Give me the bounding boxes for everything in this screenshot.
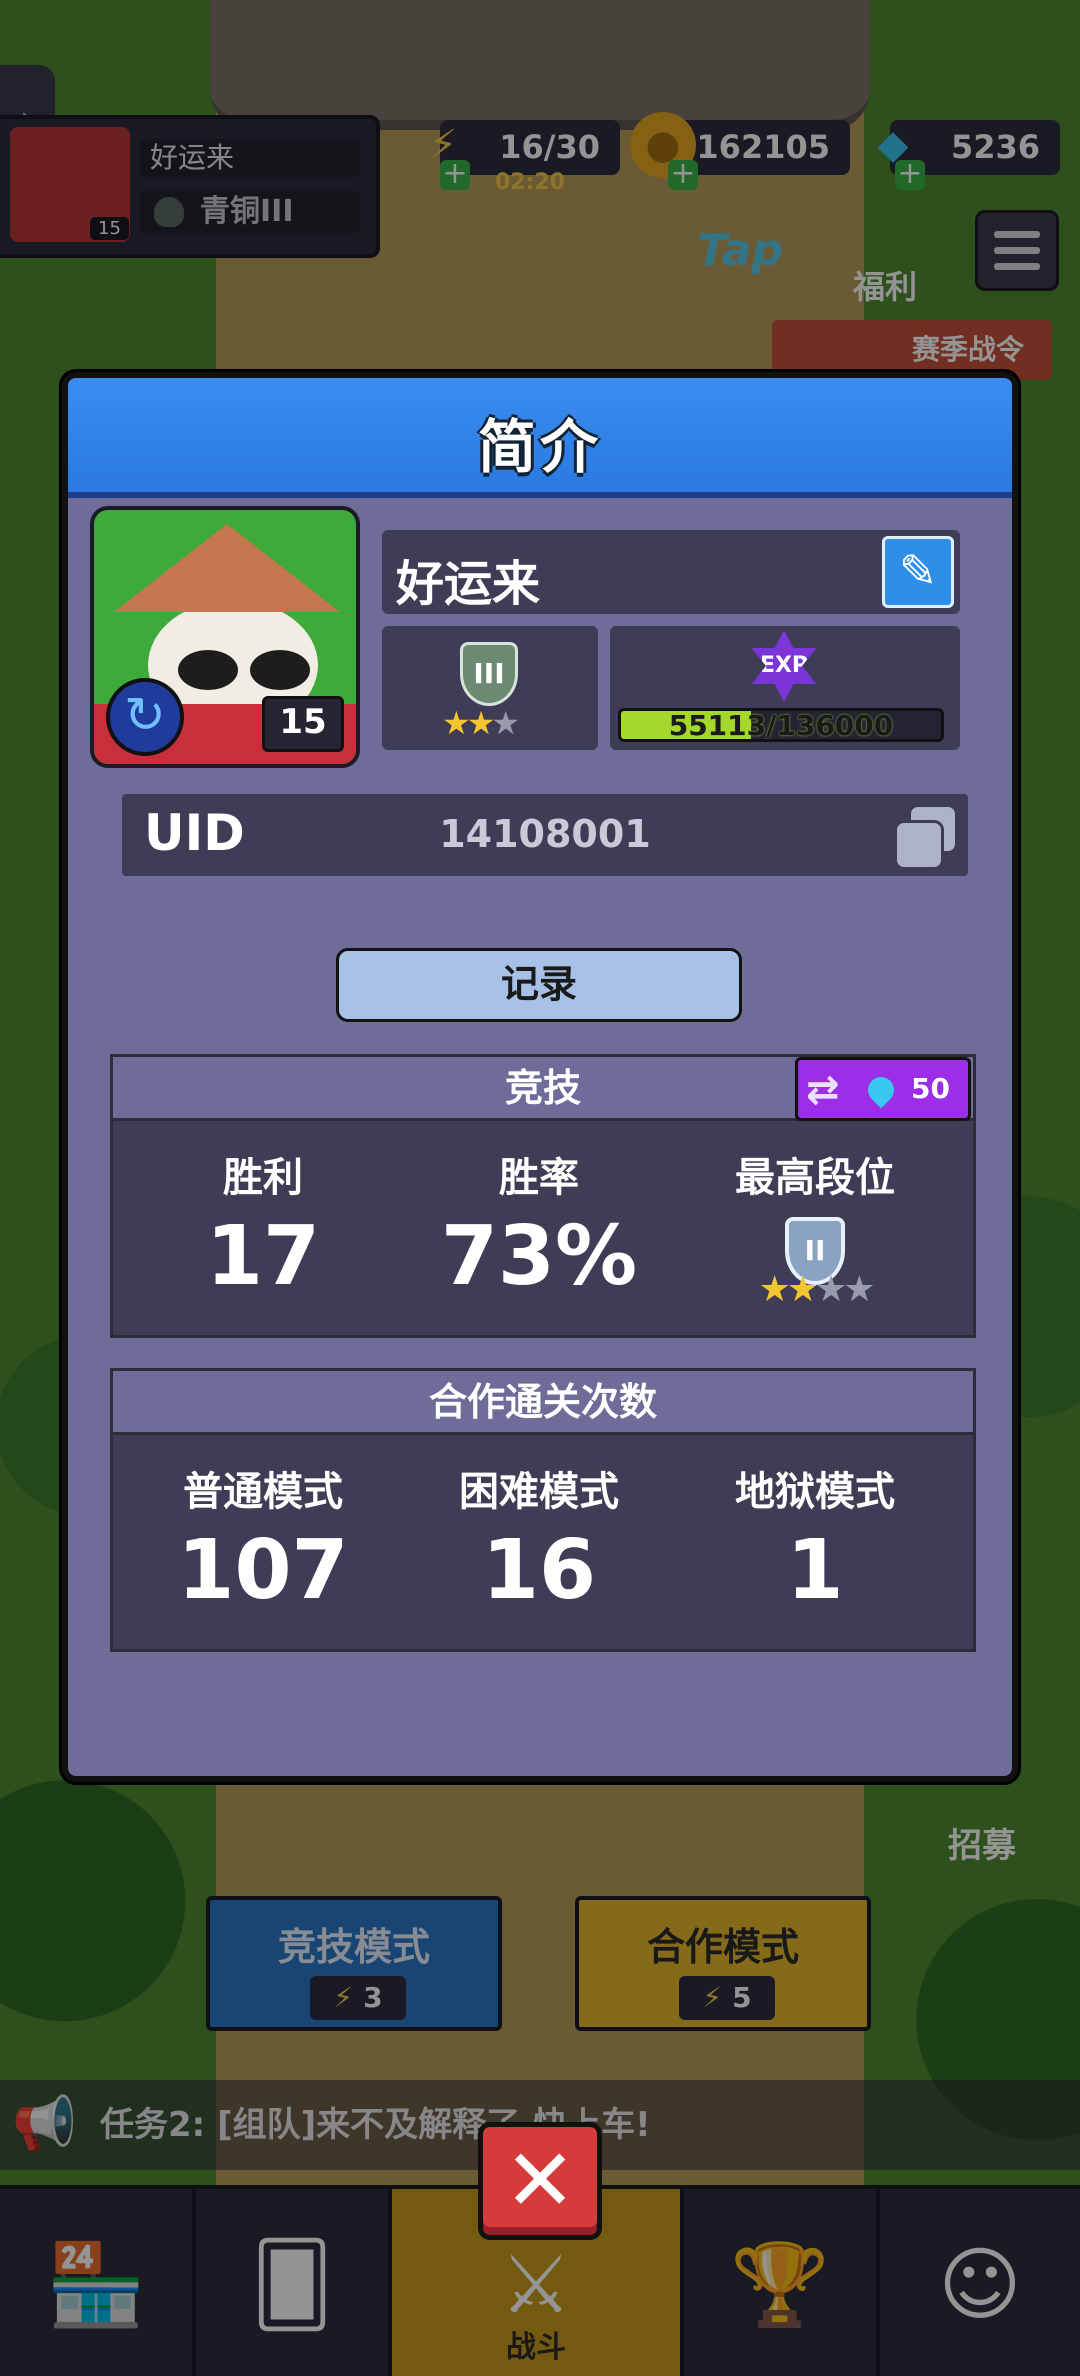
avatar-eye-left	[178, 650, 238, 690]
modal-title: 简介	[477, 413, 602, 481]
stat-label: 困难模式	[459, 1469, 619, 1515]
star-icon: ★	[442, 704, 471, 742]
swap-cost: 50	[911, 1072, 950, 1105]
stat-label: 普通模式	[183, 1469, 343, 1515]
rank-stars: ★★★	[442, 704, 520, 742]
avatar-eye-right	[250, 650, 310, 690]
stat-label: 胜率	[499, 1155, 579, 1201]
hard-mode-stat: 困难模式 16	[399, 1459, 679, 1618]
exp-box: EXP 55113/136000	[610, 626, 960, 750]
uid-box: UID 14108001	[122, 794, 968, 876]
star-icon: ★	[758, 1269, 790, 1310]
profile-avatar[interactable]: ↻ 15	[90, 506, 360, 768]
stat-value: 17	[205, 1209, 321, 1304]
profile-modal: 简介 ↻ 15 好运来 ✎ III ★★★ EXP 55113/136000 U…	[62, 372, 1018, 1782]
stat-value: 73%	[440, 1209, 638, 1304]
wins-stat: 胜利 17	[123, 1145, 403, 1304]
exp-badge: EXP	[751, 630, 817, 702]
refresh-icon[interactable]: ↻	[106, 678, 184, 756]
avatar-level: 15	[262, 696, 344, 752]
rank-box: III ★★★	[382, 626, 598, 750]
stat-value: 16	[481, 1523, 597, 1618]
star-icon: ★	[815, 1269, 847, 1310]
copy-icon[interactable]	[890, 802, 958, 870]
stat-label: 地狱模式	[735, 1469, 895, 1515]
name-box: 好运来 ✎	[382, 530, 960, 614]
win-rate-stat: 胜率 73%	[399, 1145, 679, 1304]
best-rank-stat: 最高段位 II ★★★★	[675, 1145, 955, 1310]
normal-mode-stat: 普通模式 107	[123, 1459, 403, 1618]
exp-text: 55113/136000	[668, 709, 894, 742]
star-icon: ★	[843, 1269, 875, 1310]
best-rank-badge: II ★★★★	[740, 1217, 890, 1310]
star-icon: ★	[786, 1269, 819, 1310]
profile-name: 好运来	[396, 556, 541, 612]
coop-title: 合作通关次数	[113, 1371, 973, 1435]
stat-label: 胜利	[223, 1155, 303, 1201]
best-rank-stars: ★★★★	[740, 1269, 890, 1310]
stat-label: 最高段位	[735, 1155, 895, 1201]
rank-shield-icon: III	[460, 642, 518, 706]
modal-header: 简介	[68, 378, 1012, 498]
stat-value: 1	[786, 1523, 844, 1618]
record-button[interactable]: 记录	[336, 948, 742, 1022]
star-icon: ★	[491, 704, 520, 742]
swap-icon: ⇄	[806, 1067, 840, 1113]
close-icon[interactable]: ✕	[478, 2122, 602, 2240]
swap-button[interactable]: ⇄ 50	[795, 1057, 971, 1121]
star-icon: ★	[466, 704, 496, 742]
uid-value: 14108001	[439, 812, 651, 856]
coop-section: 合作通关次数 普通模式 107 困难模式 16 地狱模式 1	[110, 1368, 976, 1652]
pencil-icon[interactable]: ✎	[882, 536, 954, 608]
hell-mode-stat: 地狱模式 1	[675, 1459, 955, 1618]
gem-icon	[862, 1071, 900, 1109]
stat-value: 107	[177, 1523, 349, 1618]
competitive-section: 竞技 ⇄ 50 胜利 17 胜率 73% 最高段位 II ★★★★	[110, 1054, 976, 1338]
exp-bar: 55113/136000	[618, 708, 944, 742]
